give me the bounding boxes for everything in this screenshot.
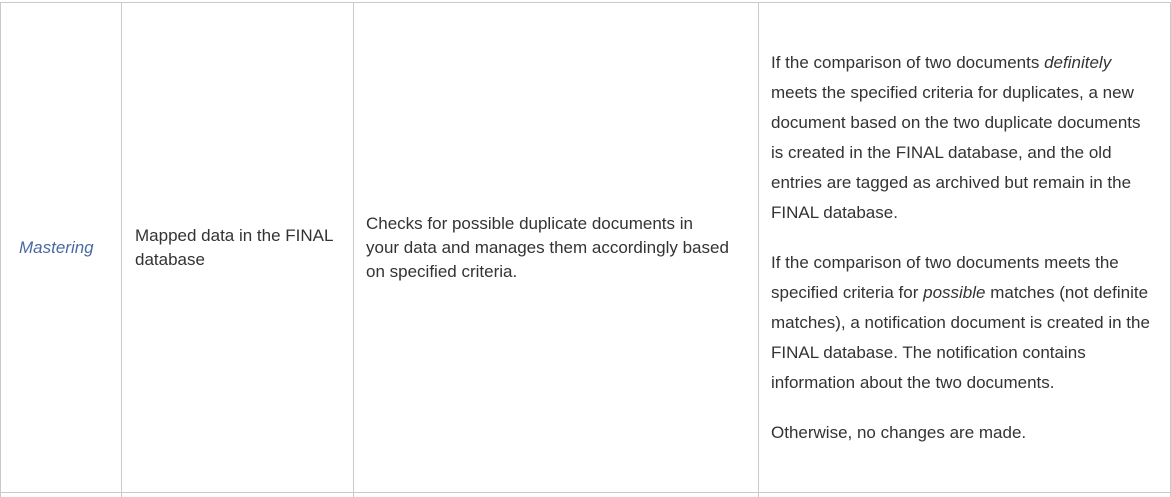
result-paragraph-2-emphasis: possible — [923, 282, 986, 302]
table-row-divider — [0, 492, 1171, 493]
result-paragraph-otherwise: Otherwise, no changes are made. — [771, 422, 1027, 442]
table-cell-stage: Mastering — [1, 3, 121, 492]
result-paragraph-possible-matches: If the comparison of two documents meets… — [771, 248, 1156, 398]
table-cell-result: If the comparison of two documents defin… — [759, 3, 1170, 492]
result-paragraph-1-emphasis: definitely — [1044, 52, 1112, 72]
result-paragraph-1-end: meets the specified criteria for duplica… — [771, 82, 1141, 222]
input-text: Mapped data in the FINAL database — [135, 225, 333, 269]
description-text: Checks for possible duplicate documents … — [366, 213, 729, 281]
stages-table: Mastering Mapped data in the FINAL datab… — [0, 2, 1171, 497]
result-paragraph-1-start: If the comparison of two documents — [771, 52, 1045, 72]
table-cell-input: Mapped data in the FINAL database — [122, 3, 353, 492]
stage-link[interactable]: Mastering — [19, 236, 94, 260]
table-cell-description: Checks for possible duplicate documents … — [354, 3, 758, 492]
result-paragraph-duplicates: If the comparison of two documents defin… — [771, 48, 1156, 228]
